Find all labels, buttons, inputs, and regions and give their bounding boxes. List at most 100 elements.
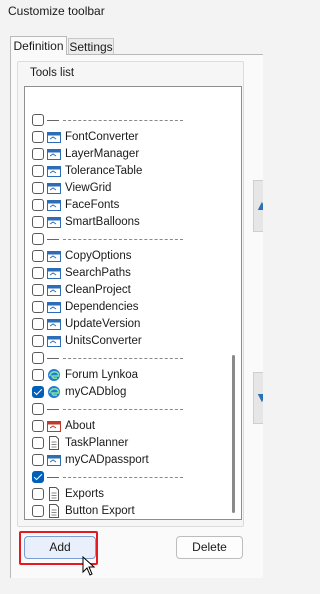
item-checkbox[interactable] <box>32 284 44 296</box>
item-label: UpdateVersion <box>65 318 141 330</box>
item-checkbox[interactable] <box>32 131 44 143</box>
item-label: ToleranceTable <box>65 165 143 177</box>
list-item[interactable]: ViewGrid <box>25 180 225 197</box>
item-checkbox[interactable] <box>32 114 44 126</box>
item-checkbox[interactable] <box>32 250 44 262</box>
window-app-icon <box>47 198 61 212</box>
item-checkbox[interactable] <box>32 301 44 313</box>
item-label: Exports <box>65 488 104 500</box>
item-checkbox[interactable] <box>32 420 44 432</box>
item-checkbox[interactable] <box>32 437 44 449</box>
separator-dash <box>47 358 59 359</box>
separator-dash <box>47 477 59 478</box>
list-item[interactable]: SmartBalloons <box>25 214 225 231</box>
separator-line <box>63 409 183 410</box>
item-checkbox[interactable] <box>32 199 44 211</box>
tools-list[interactable]: FontConverter LayerManager ToleranceTable V… <box>24 86 242 520</box>
item-label: CleanProject <box>65 284 131 296</box>
window-app-icon <box>47 215 61 229</box>
list-item[interactable]: UnitsConverter <box>25 333 225 350</box>
item-label: Dependencies <box>65 301 139 313</box>
item-checkbox[interactable] <box>32 267 44 279</box>
separator-line <box>63 239 183 240</box>
list-item[interactable]: TaskPlanner <box>25 435 225 452</box>
window-app-icon <box>47 266 61 280</box>
item-label: SmartBalloons <box>65 216 140 228</box>
separator-row[interactable] <box>25 231 225 248</box>
list-item[interactable]: Button Export <box>25 503 225 519</box>
item-label: UnitsConverter <box>65 335 142 347</box>
window-app-icon <box>47 181 61 195</box>
separator-line <box>63 358 183 359</box>
item-label: TaskPlanner <box>65 437 129 449</box>
list-item[interactable]: myCADblog <box>25 384 225 401</box>
move-up-button[interactable]: ▲ <box>253 180 263 232</box>
window-app-icon <box>47 334 61 348</box>
list-scrollbar-thumb[interactable] <box>232 355 235 513</box>
tab-settings[interactable]: Settings <box>68 38 114 55</box>
item-checkbox[interactable] <box>32 318 44 330</box>
separator-row[interactable] <box>25 350 225 367</box>
item-checkbox[interactable] <box>32 148 44 160</box>
tab-definition[interactable]: Definition <box>10 36 67 55</box>
window-app-icon <box>47 130 61 144</box>
item-checkbox[interactable] <box>32 386 44 398</box>
edge-browser-icon <box>47 385 61 399</box>
item-label: Forum Lynkoa <box>65 369 139 381</box>
separator-line <box>63 477 183 478</box>
item-checkbox[interactable] <box>32 216 44 228</box>
item-checkbox[interactable] <box>32 165 44 177</box>
item-checkbox[interactable] <box>32 233 44 245</box>
item-checkbox[interactable] <box>32 505 44 517</box>
item-checkbox[interactable] <box>32 335 44 347</box>
separator-dash <box>47 409 59 410</box>
tools-list-label: Tools list <box>30 67 75 79</box>
item-label: About <box>65 420 96 432</box>
item-checkbox[interactable] <box>32 403 44 415</box>
arrow-down-icon: ▼ <box>255 389 263 405</box>
list-item[interactable]: CopyOptions <box>25 248 225 265</box>
list-item[interactable]: SearchPaths <box>25 265 225 282</box>
separator-dash <box>47 120 59 121</box>
item-checkbox[interactable] <box>32 471 44 483</box>
item-label: FontConverter <box>65 131 139 143</box>
separator-row[interactable] <box>25 112 225 129</box>
window-app-red-icon <box>47 419 61 433</box>
list-item[interactable]: LayerManager <box>25 146 225 163</box>
item-checkbox[interactable] <box>32 454 44 466</box>
item-label: FaceFonts <box>65 199 120 211</box>
document-icon <box>47 487 61 501</box>
item-checkbox[interactable] <box>32 369 44 381</box>
move-down-button[interactable]: ▼ <box>253 372 263 424</box>
list-item[interactable]: FontConverter <box>25 129 225 146</box>
edge-browser-icon <box>47 368 61 382</box>
document-icon <box>47 504 61 518</box>
list-item[interactable]: FaceFonts <box>25 197 225 214</box>
mouse-cursor-icon <box>82 556 96 576</box>
document-icon <box>47 436 61 450</box>
item-label: myCADblog <box>65 386 127 398</box>
arrow-up-icon: ▲ <box>255 197 263 213</box>
list-item[interactable]: CleanProject <box>25 282 225 299</box>
item-checkbox[interactable] <box>32 488 44 500</box>
window-app-icon <box>47 453 61 467</box>
list-item[interactable]: Forum Lynkoa <box>25 367 225 384</box>
list-item[interactable]: UpdateVersion <box>25 316 225 333</box>
window-app-icon <box>47 147 61 161</box>
item-label: Button Export <box>65 505 135 517</box>
list-item[interactable]: Dependencies <box>25 299 225 316</box>
separator-row[interactable] <box>25 401 225 418</box>
window-app-icon <box>47 283 61 297</box>
item-label: myCADpassport <box>65 454 149 466</box>
item-label: ViewGrid <box>65 182 112 194</box>
separator-row[interactable] <box>25 469 225 486</box>
item-checkbox[interactable] <box>32 352 44 364</box>
delete-button[interactable]: Delete <box>176 536 243 559</box>
list-item[interactable]: About <box>25 418 225 435</box>
list-item[interactable]: ToleranceTable <box>25 163 225 180</box>
list-item[interactable]: myCADpassport <box>25 452 225 469</box>
item-label: LayerManager <box>65 148 140 160</box>
item-checkbox[interactable] <box>32 182 44 194</box>
window-app-icon <box>47 249 61 263</box>
list-item[interactable]: Exports <box>25 486 225 503</box>
